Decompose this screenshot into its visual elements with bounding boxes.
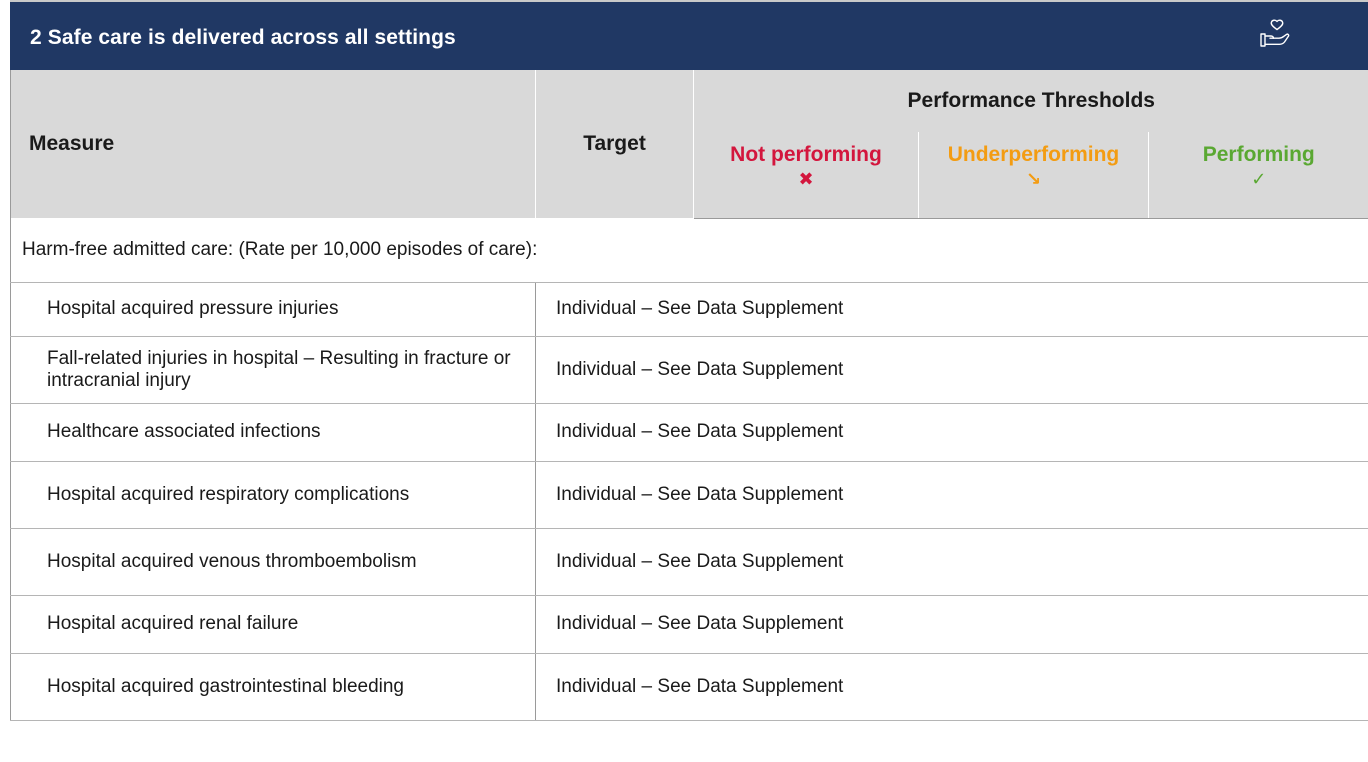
performance-thresholds-header: Performance Thresholds [693,70,1368,132]
underperforming-label: Underperforming [947,143,1120,166]
group-label: Harm-free admitted care: (Rate per 10,00… [9,218,1368,283]
table-row: Hospital acquired pressure injuries Indi… [10,282,1368,337]
arrow-down-right-icon: ↘ [1025,169,1042,189]
measure-cell: Hospital acquired pressure injuries [10,282,536,337]
heart-in-hand-icon [1260,19,1290,47]
target-column-header: Target [535,70,694,218]
measure-cell: Hospital acquired venous thromboembolism [10,528,536,596]
table-row: Fall-related injuries in hospital – Resu… [10,336,1368,404]
performing-label: Performing [1202,143,1315,166]
target-cell: Individual – See Data Supplement [535,282,1368,337]
measure-cell: Hospital acquired renal failure [10,595,536,654]
target-cell: Individual – See Data Supplement [535,461,1368,529]
performing-header: Performing ✓ [1147,132,1368,219]
measure-cell: Healthcare associated infections [10,403,536,462]
target-cell: Individual – See Data Supplement [535,595,1368,654]
table-row: Hospital acquired gastrointestinal bleed… [10,653,1368,721]
measure-column-header: Measure [10,70,536,218]
checkmark-icon: ✓ [1251,169,1267,189]
measure-cell: Fall-related injuries in hospital – Resu… [10,336,536,404]
target-cell: Individual – See Data Supplement [535,528,1368,596]
section-title-bar: 2 Safe care is delivered across all sett… [10,0,1368,70]
target-cell: Individual – See Data Supplement [535,336,1368,404]
target-cell: Individual – See Data Supplement [535,403,1368,462]
table-row: Hospital acquired venous thromboembolism… [10,528,1368,596]
underperforming-header: Underperforming ↘ [918,132,1149,219]
table-row: Hospital acquired respiratory complicati… [10,461,1368,529]
not-performing-label: Not performing [730,143,882,166]
not-performing-header: Not performing ✖ [693,132,919,219]
table-row: Hospital acquired renal failure Individu… [10,595,1368,654]
measure-cell: Hospital acquired respiratory complicati… [10,461,536,529]
section-title: 2 Safe care is delivered across all sett… [30,26,456,49]
cross-icon: ✖ [798,169,814,189]
measure-cell: Hospital acquired gastrointestinal bleed… [10,653,536,721]
measures-table: Measure Target Performance Thresholds No… [9,70,1368,721]
target-cell: Individual – See Data Supplement [535,653,1368,721]
table-row: Healthcare associated infections Individ… [10,403,1368,462]
page: 2 Safe care is delivered across all sett… [0,0,1368,762]
